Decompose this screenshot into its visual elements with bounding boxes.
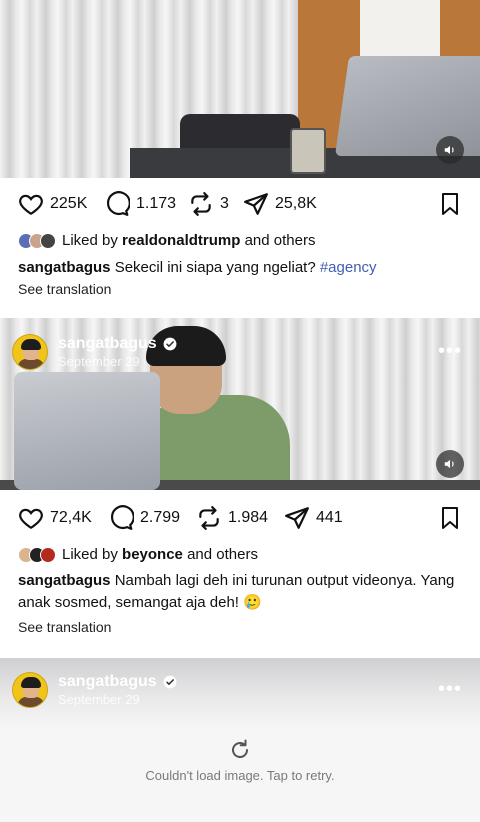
- bookmark-icon: [442, 193, 458, 215]
- like-count: 72,4K: [50, 509, 92, 526]
- post2-caption: sangatbagus Nambah lagi deh ini turunan …: [18, 570, 464, 614]
- post-date: September 29: [58, 354, 140, 369]
- caption-text: Sekecil ini siapa yang ngeliat?: [114, 259, 316, 276]
- post2-liked-by[interactable]: Liked by beyonce and others: [18, 546, 258, 563]
- post-date: September 29: [58, 692, 140, 707]
- comment-icon: [106, 191, 130, 216]
- more-icon[interactable]: •••: [438, 340, 462, 363]
- post3-header: sangatbagus September 29: [12, 672, 177, 708]
- repost-icon: [191, 192, 211, 216]
- post2-header: sangatbagus September 29: [12, 334, 177, 370]
- avatar[interactable]: [12, 672, 48, 708]
- share-button[interactable]: 441: [284, 505, 343, 531]
- repost-button[interactable]: 1.984: [196, 505, 268, 531]
- phone-stand: [290, 128, 326, 174]
- avatar[interactable]: [12, 334, 48, 370]
- liker-avatars: [18, 546, 56, 563]
- username[interactable]: sangatbagus: [58, 673, 157, 691]
- repost-icon: [199, 506, 219, 530]
- error-message[interactable]: Couldn't load image. Tap to retry.: [0, 768, 480, 783]
- liker-avatar: [40, 232, 56, 249]
- username-row: sangatbagus: [58, 673, 177, 691]
- caption-username[interactable]: sangatbagus: [18, 259, 111, 276]
- retry-icon[interactable]: [228, 738, 252, 767]
- liker-avatar: [40, 546, 56, 563]
- verified-icon: [163, 337, 177, 351]
- comment-icon: [110, 505, 134, 530]
- post1-video[interactable]: [0, 0, 480, 178]
- repost-count: 3: [220, 195, 229, 212]
- post1-action-row: 225K 1.173 3 25,8K: [0, 190, 480, 220]
- repost-button[interactable]: 3: [188, 191, 229, 217]
- comment-count: 2.799: [140, 509, 181, 526]
- share-icon: [285, 507, 309, 529]
- bookmark-icon: [442, 507, 458, 529]
- verified-icon: [163, 675, 177, 689]
- username[interactable]: sangatbagus: [58, 335, 157, 353]
- liked-by-suffix: and others: [244, 232, 316, 249]
- username-row: sangatbagus: [58, 335, 177, 353]
- liked-by-suffix: and others: [187, 546, 258, 563]
- heart-icon: [19, 194, 43, 216]
- see-translation-link[interactable]: See translation: [18, 281, 111, 297]
- post2-action-row: 72,4K 2.799 1.984 441: [0, 504, 480, 534]
- heart-icon: [19, 508, 43, 530]
- share-button[interactable]: 25,8K: [243, 191, 317, 217]
- caption-hashtag[interactable]: #agency: [320, 259, 377, 276]
- laptop: [14, 372, 160, 490]
- bookmark-button[interactable]: [438, 192, 462, 216]
- share-icon: [244, 193, 268, 215]
- share-count: 25,8K: [275, 195, 317, 212]
- post1-caption: sangatbagus Sekecil ini siapa yang ngeli…: [18, 257, 464, 279]
- comment-button[interactable]: 1.173: [104, 191, 176, 217]
- liked-by-prefix: Liked by: [62, 232, 118, 249]
- liker-avatars: [18, 232, 56, 249]
- comment-button[interactable]: 2.799: [108, 505, 180, 531]
- like-count: 225K: [50, 195, 88, 212]
- like-button[interactable]: 72,4K: [18, 505, 92, 531]
- see-translation-link[interactable]: See translation: [18, 619, 111, 635]
- person-shirt: [360, 0, 440, 62]
- volume-button[interactable]: [436, 136, 464, 164]
- volume-icon: [444, 145, 454, 155]
- comment-count: 1.173: [136, 195, 177, 212]
- repost-count: 1.984: [228, 509, 269, 526]
- post1-liked-by[interactable]: Liked by realdonaldtrump and others: [18, 232, 315, 249]
- volume-button[interactable]: [436, 450, 464, 478]
- more-icon[interactable]: •••: [438, 678, 462, 701]
- bookmark-button[interactable]: [438, 506, 462, 530]
- volume-icon: [444, 459, 454, 469]
- caption-username[interactable]: sangatbagus: [18, 572, 111, 589]
- liked-by-user[interactable]: beyonce: [122, 546, 183, 563]
- liked-by-prefix: Liked by: [62, 546, 118, 563]
- liked-by-user[interactable]: realdonaldtrump: [122, 232, 240, 249]
- like-button[interactable]: 225K: [18, 191, 87, 217]
- share-count: 441: [316, 509, 343, 526]
